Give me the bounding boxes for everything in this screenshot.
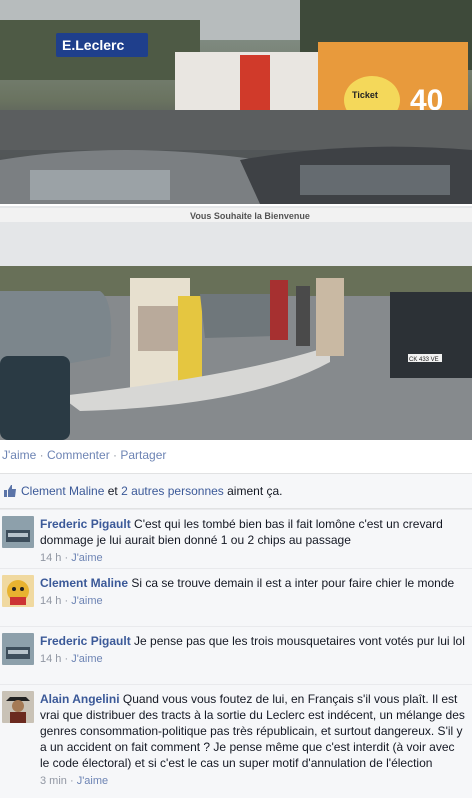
- share-link[interactable]: Partager: [120, 448, 166, 462]
- comment-like-link[interactable]: J'aime: [77, 775, 108, 787]
- comment-body: Alain Angelini Quand vous vous foutez de…: [40, 691, 466, 789]
- store-sign-text: E.Leclerc: [62, 37, 124, 53]
- comment-like-link[interactable]: J'aime: [71, 595, 102, 607]
- comment-meta: 14 h · J'aime: [40, 653, 103, 665]
- comment-author[interactable]: Clement Maline: [40, 576, 128, 590]
- comment-item: Frederic Pigault Je pense pas que les tr…: [0, 626, 472, 684]
- welcome-banner: Vous Souhaite la Bienvenue: [190, 211, 310, 221]
- post-actions: J'aime · Commenter · Partager: [2, 448, 166, 466]
- comment-meta: 3 min · J'aime: [40, 775, 109, 787]
- svg-text:Ticket: Ticket: [352, 90, 378, 100]
- comment-time[interactable]: 14 h: [40, 552, 61, 564]
- avatar[interactable]: [2, 575, 34, 607]
- comment-body: Clement Maline Si ca se trouve demain il…: [40, 575, 466, 609]
- comment-item: Frederic Pigault C'est qui les tombé bie…: [0, 509, 472, 568]
- likes-summary: Clement Maline et 2 autres personnes aim…: [0, 473, 472, 509]
- like-link[interactable]: J'aime: [2, 448, 36, 462]
- parking-scene-2: Vous Souhaite la Bienvenue CK 433 VE: [0, 206, 472, 440]
- post-photo-1[interactable]: E.Leclerc Ticket 40: [0, 0, 472, 204]
- likes-conj: et: [104, 484, 122, 498]
- likes-suffix: aiment ça.: [223, 484, 283, 498]
- comment-text: Je pense pas que les trois mousquetaires…: [134, 634, 465, 648]
- avatar[interactable]: [2, 516, 34, 548]
- comment-text: Si ca se trouve demain il est a inter po…: [131, 576, 455, 590]
- avatar[interactable]: [2, 633, 34, 665]
- comment-time[interactable]: 3 min: [40, 775, 67, 787]
- comment-item: Alain Angelini Quand vous vous foutez de…: [0, 684, 472, 798]
- avatar[interactable]: [2, 691, 34, 723]
- comment-link[interactable]: Commenter: [47, 448, 110, 462]
- comment-author[interactable]: Frederic Pigault: [40, 634, 131, 648]
- comment-author[interactable]: Frederic Pigault: [40, 517, 131, 531]
- plate-text: CK 433 VE: [409, 357, 439, 363]
- thumbs-up-icon: [4, 485, 16, 497]
- post-photo-2[interactable]: Vous Souhaite la Bienvenue CK 433 VE: [0, 206, 472, 440]
- likes-others-link[interactable]: 2 autres personnes: [121, 484, 224, 498]
- comment-meta: 14 h · J'aime: [40, 595, 103, 607]
- liker-name[interactable]: Clement Maline: [21, 484, 104, 498]
- comment-time[interactable]: 14 h: [40, 595, 61, 607]
- comment-like-link[interactable]: J'aime: [71, 653, 102, 665]
- comment-time[interactable]: 14 h: [40, 653, 61, 665]
- comment-body: Frederic Pigault C'est qui les tombé bie…: [40, 516, 466, 566]
- parking-scene-1: E.Leclerc Ticket 40: [0, 0, 472, 204]
- comment-like-link[interactable]: J'aime: [71, 552, 102, 564]
- comment-item: Clement Maline Si ca se trouve demain il…: [0, 568, 472, 626]
- comment-author[interactable]: Alain Angelini: [40, 692, 120, 706]
- comment-meta: 14 h · J'aime: [40, 552, 103, 564]
- separator: ·: [39, 448, 47, 462]
- comment-body: Frederic Pigault Je pense pas que les tr…: [40, 633, 466, 667]
